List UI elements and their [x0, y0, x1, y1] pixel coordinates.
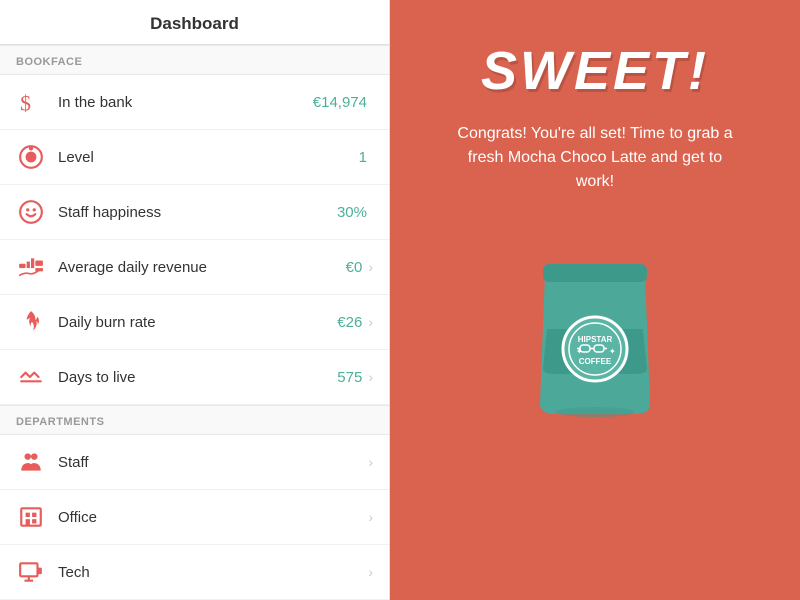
list-item-revenue[interactable]: Average daily revenue €0 ›: [0, 240, 389, 295]
revenue-value: €0: [346, 259, 363, 276]
svg-text:COFFEE: COFFEE: [579, 357, 612, 366]
level-label: Level: [58, 149, 359, 166]
days-label: Days to live: [58, 369, 337, 386]
list-item-happiness[interactable]: Staff happiness 30%: [0, 185, 389, 240]
burn-label: Daily burn rate: [58, 314, 337, 331]
bank-label: In the bank: [58, 94, 313, 111]
days-icon: [16, 362, 46, 392]
svg-text:✦: ✦: [576, 347, 583, 356]
list-item-staff[interactable]: Staff ›: [0, 435, 389, 490]
office-chevron: ›: [368, 509, 373, 525]
days-chevron: ›: [368, 369, 373, 385]
departments-section-label: DEPARTMENTS: [0, 405, 389, 435]
happiness-icon: [16, 197, 46, 227]
svg-text:✦: ✦: [609, 347, 616, 356]
revenue-icon: [16, 252, 46, 282]
burn-icon: [16, 307, 46, 337]
sweet-message: Congrats! You're all set! Time to grab a…: [455, 122, 735, 194]
bookface-section-label: BOOKFACE: [0, 45, 389, 75]
svg-text:$: $: [20, 92, 31, 115]
staff-chevron: ›: [368, 454, 373, 470]
svg-text:HIPSTAR: HIPSTAR: [578, 335, 613, 344]
left-panel: Dashboard BOOKFACE $ In the bank €14,974…: [0, 0, 390, 600]
list-item-office[interactable]: Office ›: [0, 490, 389, 545]
tech-icon: [16, 557, 46, 587]
days-value: 575: [337, 369, 362, 386]
burn-chevron: ›: [368, 314, 373, 330]
tech-chevron: ›: [368, 564, 373, 580]
burn-value: €26: [337, 314, 362, 331]
dashboard-title: Dashboard: [150, 14, 239, 33]
office-label: Office: [58, 509, 368, 526]
right-panel: SWEET! Congrats! You're all set! Time to…: [390, 0, 800, 600]
coffee-cup-illustration: HIPSTAR COFFEE ✦ ✦: [515, 224, 675, 424]
revenue-chevron: ›: [368, 259, 373, 275]
list-item-burn[interactable]: Daily burn rate €26 ›: [0, 295, 389, 350]
dashboard-header: Dashboard: [0, 0, 389, 45]
list-item-days[interactable]: Days to live 575 ›: [0, 350, 389, 405]
sweet-title: SWEET!: [481, 40, 709, 102]
staff-label: Staff: [58, 454, 368, 471]
happiness-label: Staff happiness: [58, 204, 337, 221]
list-item-bank[interactable]: $ In the bank €14,974: [0, 75, 389, 130]
staff-icon: [16, 447, 46, 477]
happiness-value: 30%: [337, 204, 367, 221]
revenue-label: Average daily revenue: [58, 259, 346, 276]
tech-label: Tech: [58, 564, 368, 581]
level-icon: [16, 142, 46, 172]
bank-value: €14,974: [313, 94, 367, 111]
level-value: 1: [359, 149, 367, 166]
list-item-level[interactable]: Level 1: [0, 130, 389, 185]
bank-icon: $: [16, 87, 46, 117]
office-icon: [16, 502, 46, 532]
list-item-tech[interactable]: Tech ›: [0, 545, 389, 600]
